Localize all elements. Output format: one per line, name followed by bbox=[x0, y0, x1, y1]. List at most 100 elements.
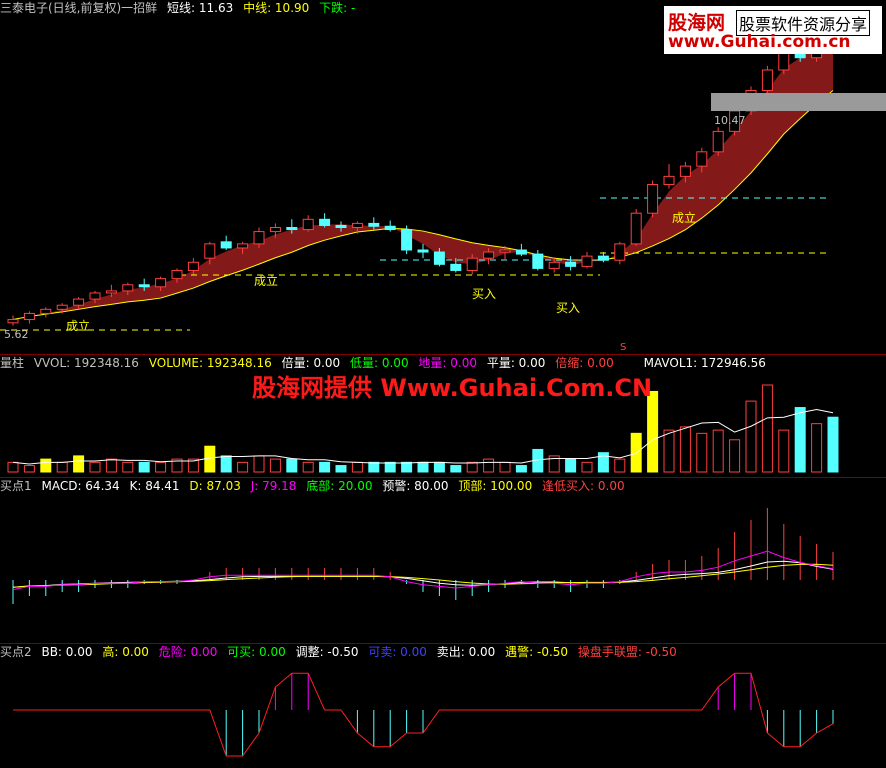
candle-body bbox=[220, 241, 232, 249]
candle-body bbox=[171, 269, 183, 280]
candle-body bbox=[712, 130, 724, 153]
volume-bar bbox=[515, 465, 527, 473]
volume-bar bbox=[745, 400, 757, 473]
candle-body bbox=[466, 257, 478, 271]
volume-bar bbox=[565, 458, 577, 473]
volume-bar bbox=[7, 461, 19, 473]
logo-name: 股海网 bbox=[668, 12, 726, 34]
candle-body bbox=[253, 231, 265, 245]
candle-body bbox=[286, 227, 298, 231]
candle-body bbox=[23, 312, 35, 321]
candle-body bbox=[433, 251, 445, 265]
volume-bar bbox=[433, 461, 445, 473]
volume-bar bbox=[302, 461, 314, 473]
chengli-label-3: 成立 bbox=[672, 210, 696, 225]
candle-body bbox=[40, 308, 52, 314]
volume-bar bbox=[269, 458, 281, 473]
candle-body bbox=[368, 222, 380, 227]
volume-bar bbox=[466, 461, 478, 473]
volume-bar bbox=[286, 458, 298, 473]
buy-label-1: 买入 bbox=[472, 287, 496, 301]
volume-bar bbox=[679, 426, 691, 473]
price-marker-box bbox=[711, 93, 886, 111]
candle-body bbox=[335, 224, 347, 228]
candle-body bbox=[351, 222, 363, 228]
buy-label-2: 买入 bbox=[556, 301, 580, 315]
candle-body bbox=[515, 249, 527, 255]
logo-url: www.Guhai.com.cn bbox=[668, 32, 851, 52]
volume-bar bbox=[794, 407, 806, 473]
candle-body bbox=[597, 255, 609, 261]
volume-bar bbox=[450, 465, 462, 473]
volume-bar bbox=[499, 461, 511, 473]
candle-body bbox=[7, 319, 19, 324]
volume-bar bbox=[761, 384, 773, 473]
volume-bar bbox=[89, 461, 101, 473]
candle-body bbox=[614, 243, 626, 261]
candle-body bbox=[630, 212, 642, 245]
volume-bar bbox=[40, 458, 52, 473]
volume-bar bbox=[729, 439, 741, 473]
candle-body bbox=[499, 249, 511, 253]
volume-bar bbox=[204, 445, 216, 473]
volume-bar bbox=[581, 461, 593, 473]
chengli-label-2: 成立 bbox=[254, 273, 278, 288]
volume-bar bbox=[696, 432, 708, 473]
volume-bar bbox=[401, 461, 413, 473]
candle-body bbox=[483, 251, 495, 259]
volume-bar bbox=[778, 429, 790, 473]
candle-body bbox=[532, 253, 544, 269]
candle-body bbox=[319, 218, 331, 226]
candle-body bbox=[122, 284, 134, 292]
volume-bar bbox=[827, 416, 839, 473]
candle-body bbox=[269, 227, 281, 233]
candle-body bbox=[155, 278, 167, 288]
volume-bar bbox=[614, 458, 626, 473]
volume-bar bbox=[483, 458, 495, 473]
candle-body bbox=[401, 229, 413, 251]
mavol-line bbox=[12, 408, 834, 465]
guhai-logo: 股海网 股票软件资源分享 www.Guhai.com.cn bbox=[664, 6, 882, 54]
candle-body bbox=[548, 261, 560, 269]
chengli-label-1: 成立 bbox=[66, 318, 90, 333]
volume-bar bbox=[384, 461, 396, 473]
candle-body bbox=[89, 292, 101, 300]
volume-bar bbox=[138, 461, 150, 473]
volume-bar bbox=[105, 458, 117, 473]
watermark-text: 股海网提供 Www.Guhai.Com.CN bbox=[252, 374, 653, 402]
candle-body bbox=[204, 243, 216, 259]
volume-bar bbox=[663, 429, 675, 473]
price-low-label: 5.62 bbox=[4, 328, 29, 341]
s-marker: S bbox=[620, 342, 626, 353]
volume-bar bbox=[23, 465, 35, 473]
ma-ribbon bbox=[13, 46, 833, 320]
volume-bar bbox=[712, 429, 724, 473]
volume-bar bbox=[417, 461, 429, 473]
candle-body bbox=[138, 284, 150, 288]
volume-bar bbox=[56, 461, 68, 473]
candle-body bbox=[384, 225, 396, 231]
volume-bar bbox=[811, 423, 823, 473]
candle-body bbox=[302, 218, 314, 231]
candle-body bbox=[679, 165, 691, 177]
candle-body bbox=[187, 261, 199, 271]
candle-body bbox=[105, 290, 117, 294]
volume-bar bbox=[155, 461, 167, 473]
volume-bar bbox=[335, 465, 347, 473]
price-high-label: 10.47 bbox=[714, 114, 746, 127]
volume-bar bbox=[319, 461, 331, 473]
candle-body bbox=[565, 261, 577, 267]
candle-body bbox=[56, 304, 68, 310]
candle-body bbox=[581, 255, 593, 267]
volume-bar bbox=[368, 461, 380, 473]
volume-bar bbox=[253, 455, 265, 473]
volume-bar bbox=[220, 455, 232, 473]
volume-bar bbox=[237, 461, 249, 473]
candle-body bbox=[450, 263, 462, 271]
candle-body bbox=[237, 243, 249, 249]
volume-bar bbox=[351, 461, 363, 473]
candle-body bbox=[647, 184, 659, 214]
volume-bar bbox=[647, 390, 659, 473]
candle-body bbox=[663, 175, 675, 186]
volume-bar bbox=[73, 455, 85, 473]
